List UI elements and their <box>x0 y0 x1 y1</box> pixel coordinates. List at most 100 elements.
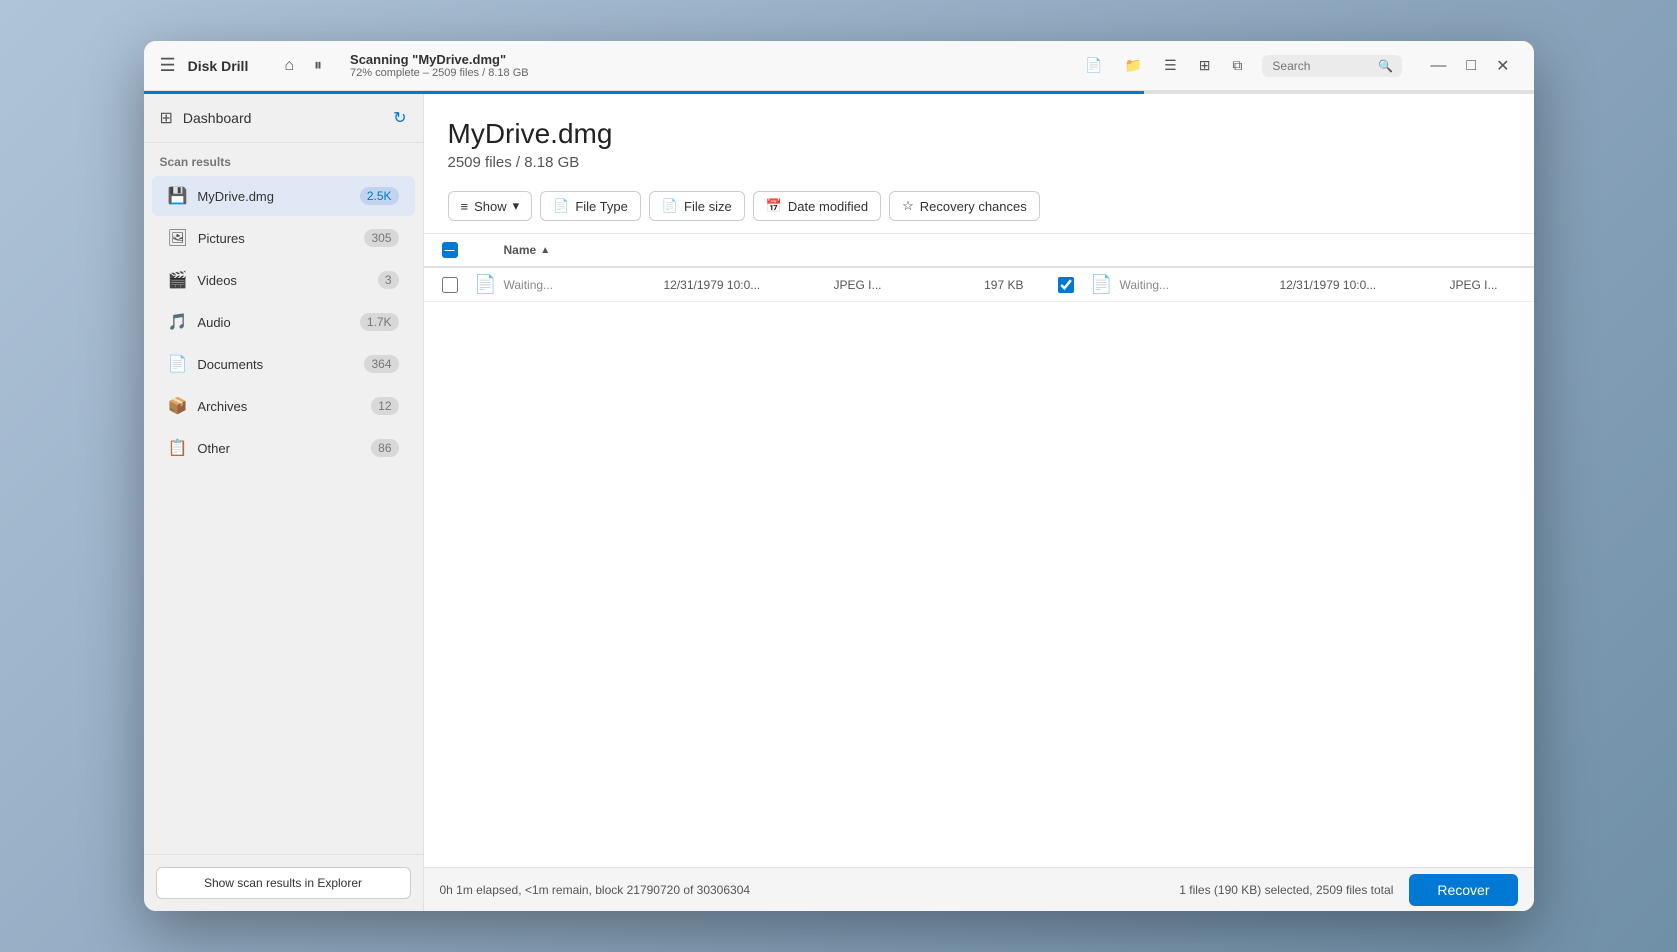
page-title: MyDrive.dmg <box>448 118 1510 150</box>
search-icon: 🔍 <box>1378 59 1393 73</box>
content-header: MyDrive.dmg 2509 files / 8.18 GB <box>424 94 1534 183</box>
sort-icon: ▲ <box>540 245 550 256</box>
recovery-cell: Waiting... <box>504 278 664 292</box>
sidebar-item-count-videos: 3 <box>378 271 399 289</box>
scan-info: Scanning "MyDrive.dmg" 72% complete – 25… <box>350 52 1065 79</box>
sidebar-item-label-audio: Audio <box>197 315 349 330</box>
datemod-label: Date modified <box>788 199 868 214</box>
date-cell: 12/31/1979 10:0... <box>1280 278 1450 292</box>
main-layout: ⊞ Dashboard ↻ Scan results 💾 MyDrive.dmg… <box>144 94 1534 911</box>
list-view-button[interactable]: ☰ <box>1156 51 1185 80</box>
maximize-button[interactable]: □ <box>1458 52 1484 80</box>
scan-results-section-label: Scan results <box>144 143 423 175</box>
dashboard-icon: ⊞ <box>160 108 173 128</box>
videos-icon: 🎬 <box>168 270 188 290</box>
nav-buttons: ⌂ ⏸ <box>276 51 330 81</box>
sidebar-item-other[interactable]: 📋 Other 86 <box>152 428 415 468</box>
titlebar: ☰ Disk Drill ⌂ ⏸ Scanning "MyDrive.dmg" … <box>144 41 1534 91</box>
folder-view-button[interactable]: 📁 <box>1117 51 1150 80</box>
header-checkbox-cell: — <box>432 242 468 258</box>
header-checkbox[interactable]: — <box>442 242 458 258</box>
file-icon-cell: 📄 <box>1084 274 1120 295</box>
sidebar-item-pictures[interactable]: 🖼 Pictures 305 <box>152 218 415 258</box>
scan-title: Scanning "MyDrive.dmg" <box>350 52 1065 67</box>
show-filter-icon: ≡ <box>461 199 469 214</box>
sidebar: ⊞ Dashboard ↻ Scan results 💾 MyDrive.dmg… <box>144 94 424 911</box>
header-name[interactable]: Name ▲ <box>504 243 1534 257</box>
show-filter-button[interactable]: ≡ Show ▾ <box>448 191 533 221</box>
row-checkbox[interactable] <box>442 277 458 293</box>
sidebar-item-label-archives: Archives <box>197 399 361 414</box>
filetype-filter-button[interactable]: 📄 File Type <box>540 191 641 221</box>
sidebar-item-count-documents: 364 <box>364 355 398 373</box>
app-name: Disk Drill <box>188 58 249 74</box>
search-input[interactable] <box>1272 59 1372 73</box>
split-view-button[interactable]: ⧉ <box>1224 51 1250 80</box>
sidebar-bottom: Show scan results in Explorer <box>144 854 423 911</box>
table-row[interactable]: 📄 IMG_20240604_1... Waiting... 12/31/197… <box>424 268 1040 302</box>
status-elapsed: 0h 1m elapsed, <1m remain, block 2179072… <box>440 883 751 897</box>
scan-subtitle: 72% complete – 2509 files / 8.18 GB <box>350 67 1065 79</box>
sidebar-item-audio[interactable]: 🎵 Audio 1.7K <box>152 302 415 342</box>
table-rows-container: 📄 IMG_20240604_1... Waiting... 12/31/197… <box>424 268 1534 302</box>
grid-view-button[interactable]: ⊞ <box>1191 51 1219 80</box>
date-cell: 12/31/1979 10:0... <box>664 278 834 292</box>
status-bar: 0h 1m elapsed, <1m remain, block 2179072… <box>424 867 1534 911</box>
size-cell: 197 KB <box>934 278 1024 292</box>
checkbox-cell <box>432 277 468 293</box>
dashboard-item[interactable]: ⊞ Dashboard ↻ <box>144 94 423 143</box>
recover-button[interactable]: Recover <box>1409 874 1517 906</box>
sidebar-item-archives[interactable]: 📦 Archives 12 <box>152 386 415 426</box>
window-controls: — □ ✕ <box>1422 52 1517 80</box>
type-cell: JPEG I... <box>1450 278 1534 292</box>
archives-icon: 📦 <box>168 396 188 416</box>
sidebar-item-count-audio: 1.7K <box>360 313 399 331</box>
file-icon: 📄 <box>474 274 496 295</box>
file-table: — Name ▲ Recovery chances Date modifie <box>424 234 1534 867</box>
content-area: MyDrive.dmg 2509 files / 8.18 GB ≡ Show … <box>424 94 1534 911</box>
filesize-filter-button[interactable]: 📄 File size <box>649 191 745 221</box>
page-subtitle: 2509 files / 8.18 GB <box>448 154 1510 171</box>
pictures-icon: 🖼 <box>168 228 188 248</box>
audio-icon: 🎵 <box>168 312 188 332</box>
type-cell: JPEG I... <box>834 278 934 292</box>
recovery-filter-label: Recovery chances <box>920 199 1027 214</box>
show-explorer-button[interactable]: Show scan results in Explorer <box>156 867 411 899</box>
table-header: — Name ▲ Recovery chances Date modifie <box>424 234 1534 268</box>
pause-button[interactable]: ⏸ <box>306 51 330 81</box>
other-icon: 📋 <box>168 438 188 458</box>
sidebar-item-label-pictures: Pictures <box>198 231 355 246</box>
filesize-label: File size <box>684 199 732 214</box>
close-button[interactable]: ✕ <box>1488 52 1517 80</box>
search-box: 🔍 <box>1262 55 1402 77</box>
drive-icon: 💾 <box>168 186 188 206</box>
file-icon: 📄 <box>1090 274 1112 295</box>
home-button[interactable]: ⌂ <box>276 51 302 81</box>
datemod-filter-button[interactable]: 📅 Date modified <box>753 191 881 221</box>
filetype-icon: 📄 <box>553 198 569 214</box>
main-window: ☰ Disk Drill ⌂ ⏸ Scanning "MyDrive.dmg" … <box>144 41 1534 911</box>
recovery-cell: Waiting... <box>1120 278 1280 292</box>
show-filter-chevron: ▾ <box>513 198 520 214</box>
checkbox-cell <box>1048 277 1084 293</box>
recovery-filter-button[interactable]: ☆ Recovery chances <box>889 191 1040 221</box>
table-row[interactable]: 📄 IMG_20240610_1... Waiting... 12/31/197… <box>1040 268 1534 302</box>
sidebar-item-documents[interactable]: 📄 Documents 364 <box>152 344 415 384</box>
recovery-filter-icon: ☆ <box>902 198 914 214</box>
hamburger-menu[interactable]: ☰ <box>160 55 176 76</box>
datemod-icon: 📅 <box>766 198 782 214</box>
filter-bar: ≡ Show ▾ 📄 File Type 📄 File size 📅 Date … <box>424 183 1534 234</box>
sidebar-item-mydrive[interactable]: 💾 MyDrive.dmg 2.5K <box>152 176 415 216</box>
dashboard-label: Dashboard <box>183 110 252 126</box>
minimize-button[interactable]: — <box>1422 52 1454 80</box>
status-selection: 1 files (190 KB) selected, 2509 files to… <box>1179 883 1393 897</box>
filetype-label: File Type <box>575 199 628 214</box>
sidebar-item-count-archives: 12 <box>371 397 398 415</box>
row-checkbox[interactable] <box>1058 277 1074 293</box>
table-and-panel: — Name ▲ Recovery chances Date modifie <box>424 234 1534 867</box>
sidebar-item-count-mydrive: 2.5K <box>360 187 399 205</box>
doc-view-button[interactable]: 📄 <box>1077 51 1110 80</box>
sidebar-item-videos[interactable]: 🎬 Videos 3 <box>152 260 415 300</box>
filesize-icon: 📄 <box>662 198 678 214</box>
sidebar-item-label-other: Other <box>197 441 361 456</box>
